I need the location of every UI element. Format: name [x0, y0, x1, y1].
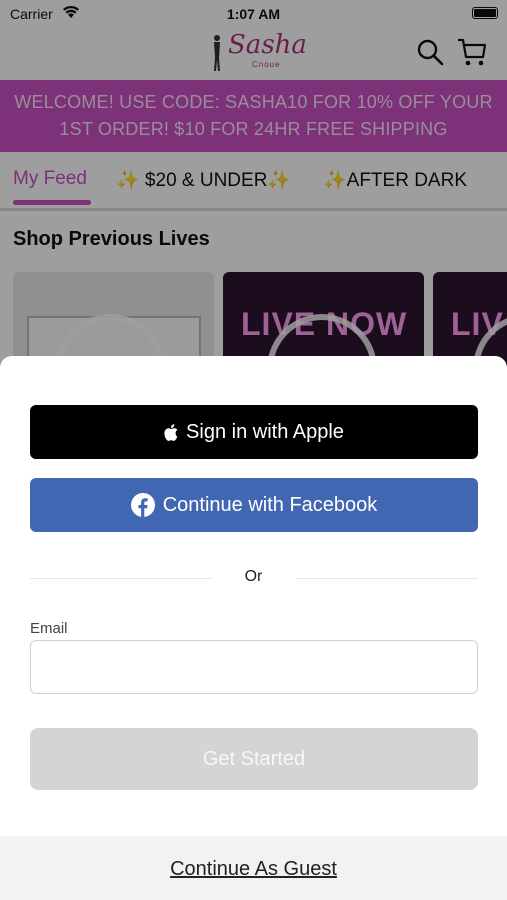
divider-right — [296, 578, 478, 579]
get-started-label: Get Started — [202, 747, 306, 770]
apple-icon — [164, 423, 178, 441]
facebook-button-label: Continue with Facebook — [162, 493, 378, 516]
sign-in-with-apple-button[interactable]: Sign in with Apple — [30, 405, 478, 459]
get-started-button[interactable]: Get Started — [30, 728, 478, 790]
guest-bar: Continue As Guest — [0, 836, 507, 900]
apple-button-label: Sign in with Apple — [186, 420, 344, 443]
continue-as-guest-link[interactable]: Continue As Guest — [0, 858, 507, 881]
continue-with-facebook-button[interactable]: Continue with Facebook — [30, 478, 478, 532]
or-separator-text: Or — [244, 568, 263, 585]
email-field[interactable] — [30, 640, 478, 694]
email-label: Email — [30, 620, 68, 637]
sign-in-sheet: Sign in with Apple Continue with Faceboo… — [0, 356, 507, 900]
facebook-icon — [130, 493, 155, 517]
